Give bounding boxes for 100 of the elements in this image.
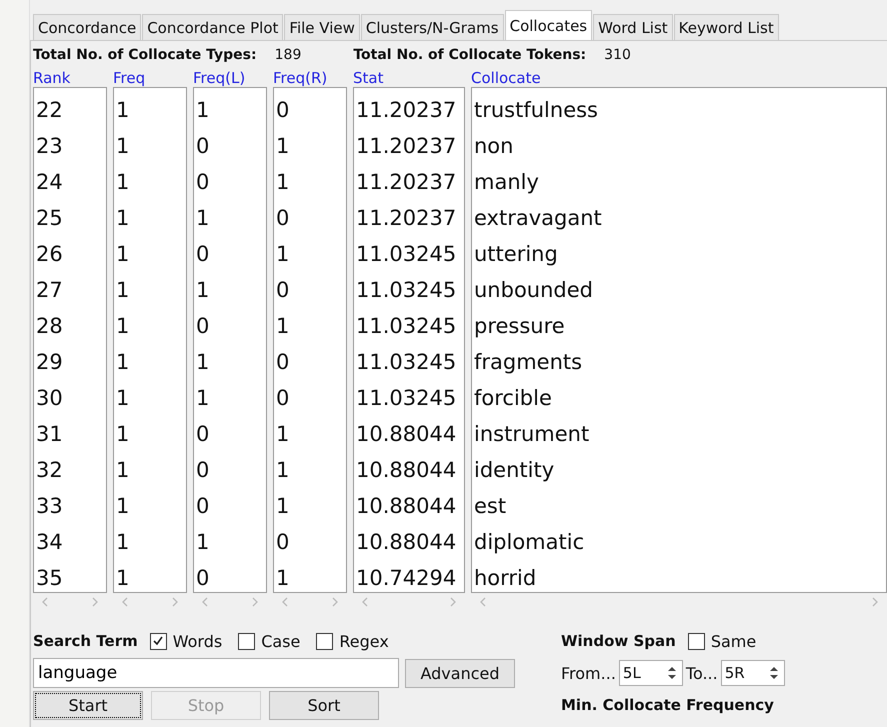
checkbox-label: Same [710,632,756,650]
table-cell-text: 0 [195,457,210,484]
table-cell-text: 1 [115,241,130,268]
table-cell-text: 1 [275,313,290,340]
table-cell-text: 1 [115,349,130,376]
to-spinner[interactable]: 5R [720,660,785,686]
table-cell-text: 30 [35,385,64,412]
table-cell-text: 31 [35,421,64,448]
scroll-left-icon[interactable] [479,597,487,607]
table-cell-text: 0 [275,277,290,304]
table-cell-text: 29 [35,349,64,376]
checkbox-label: Words [172,632,222,650]
checkbox-label: Case [261,632,300,650]
column-header[interactable]: Freq [113,69,187,87]
search-field[interactable]: language [33,658,399,688]
table-cell-text: 0 [195,169,210,196]
tab[interactable]: Collocates [504,10,592,40]
column-header[interactable]: Freq(L) [193,69,267,87]
table-cell-text: 1 [275,565,290,592]
table-cell-text: 11.03245 [355,313,458,340]
table-cell-text: 0 [195,241,210,268]
table-cell-text: 0 [195,565,210,592]
table-cell-text: 11.20237 [355,97,458,124]
scroll-left-icon[interactable] [201,597,209,607]
table-cell-text: 1 [115,457,130,484]
tab[interactable]: Concordance [33,14,142,40]
tab[interactable]: Keyword List [674,14,779,40]
table-cell-text: 1 [115,133,130,160]
table-cell-text: 11.20237 [355,205,458,232]
table-cell-text: 1 [115,421,130,448]
column-header[interactable]: Collocate [471,69,887,87]
table-cell-text: 22 [35,97,64,124]
search-term-label: Search Term [33,632,138,650]
table-cell-text: 1 [275,133,290,160]
total-value: 310 [604,47,631,63]
table-cell-text: 1 [195,349,210,376]
table-cell-text: 1 [195,205,210,232]
table-cell-text: 28 [35,313,64,340]
action-button[interactable]: Start [33,690,143,720]
table-cell-text: fragments [473,349,584,376]
to-label: To... [686,664,718,682]
table-cell-text: 10.88044 [355,421,458,448]
table-cell-text: instrument [473,421,590,448]
table-cell-text: uttering [473,241,559,268]
table-cell-text: 1 [195,97,210,124]
column-header[interactable]: Freq(R) [273,69,347,87]
table-cell-text: 1 [115,529,130,556]
scroll-right-icon[interactable] [91,597,99,607]
scroll-left-icon[interactable] [281,597,289,607]
checkbox[interactable] [688,632,705,650]
table-cell-text: 1 [195,529,210,556]
table-cell-text: manly [473,169,540,196]
column-header[interactable]: Rank [33,69,107,87]
advanced-button[interactable]: Advanced [405,658,515,688]
table-cell-text: 27 [35,277,64,304]
table-cell-text: 25 [35,205,64,232]
table-cell-text: 34 [35,529,64,556]
table-cell-text: 1 [115,97,130,124]
table-cell-text: 1 [195,385,210,412]
min-frequency-label: Min. Collocate Frequency [561,696,774,714]
checkbox-label: Regex [339,632,389,650]
table-cell-text: 33 [35,493,64,520]
table-cell-text: forcible [473,385,553,412]
table-cell-text: pressure [473,313,566,340]
table-cell-text: 11.03245 [355,277,458,304]
checkbox[interactable] [316,632,334,650]
table-cell-text: 23 [35,133,64,160]
tab[interactable]: Clusters/N-Grams [360,14,504,40]
from-label: From... [561,664,616,682]
table-cell-text: 1 [115,169,130,196]
table-cell-text: 0 [195,313,210,340]
table-cell-text: 1 [115,385,130,412]
table-cell-text: 1 [115,493,130,520]
tab[interactable]: Concordance Plot [142,14,284,40]
table-cell-text: 10.88044 [355,493,458,520]
scroll-right-icon[interactable] [251,597,259,607]
table-cell-text: 0 [275,97,290,124]
scroll-right-icon[interactable] [171,597,179,607]
action-button[interactable]: Sort [269,690,379,720]
scroll-right-icon[interactable] [331,597,339,607]
column-header[interactable]: Stat [353,69,465,87]
checkbox[interactable] [238,632,256,650]
table-cell-text: 1 [275,241,290,268]
scroll-left-icon[interactable] [361,597,369,607]
table-cell-text: est [473,493,508,520]
table-cell-text: 0 [275,349,290,376]
scroll-right-icon[interactable] [871,597,879,607]
table-cell-text: 0 [275,205,290,232]
total-value: 189 [274,47,302,63]
tab[interactable]: Word List [593,14,673,40]
scroll-right-icon[interactable] [449,597,457,607]
tab[interactable]: File View [284,14,360,40]
total-label: Total No. of Collocate Types: [33,47,257,63]
scroll-left-icon[interactable] [121,597,129,607]
table-cell-text: 10.88044 [355,529,458,556]
scroll-left-icon[interactable] [41,597,49,607]
from-spinner[interactable]: 5L [618,660,683,686]
table-cell-text: 1 [115,565,130,592]
checkbox[interactable] [150,632,167,650]
table-cell-text: 1 [195,277,210,304]
